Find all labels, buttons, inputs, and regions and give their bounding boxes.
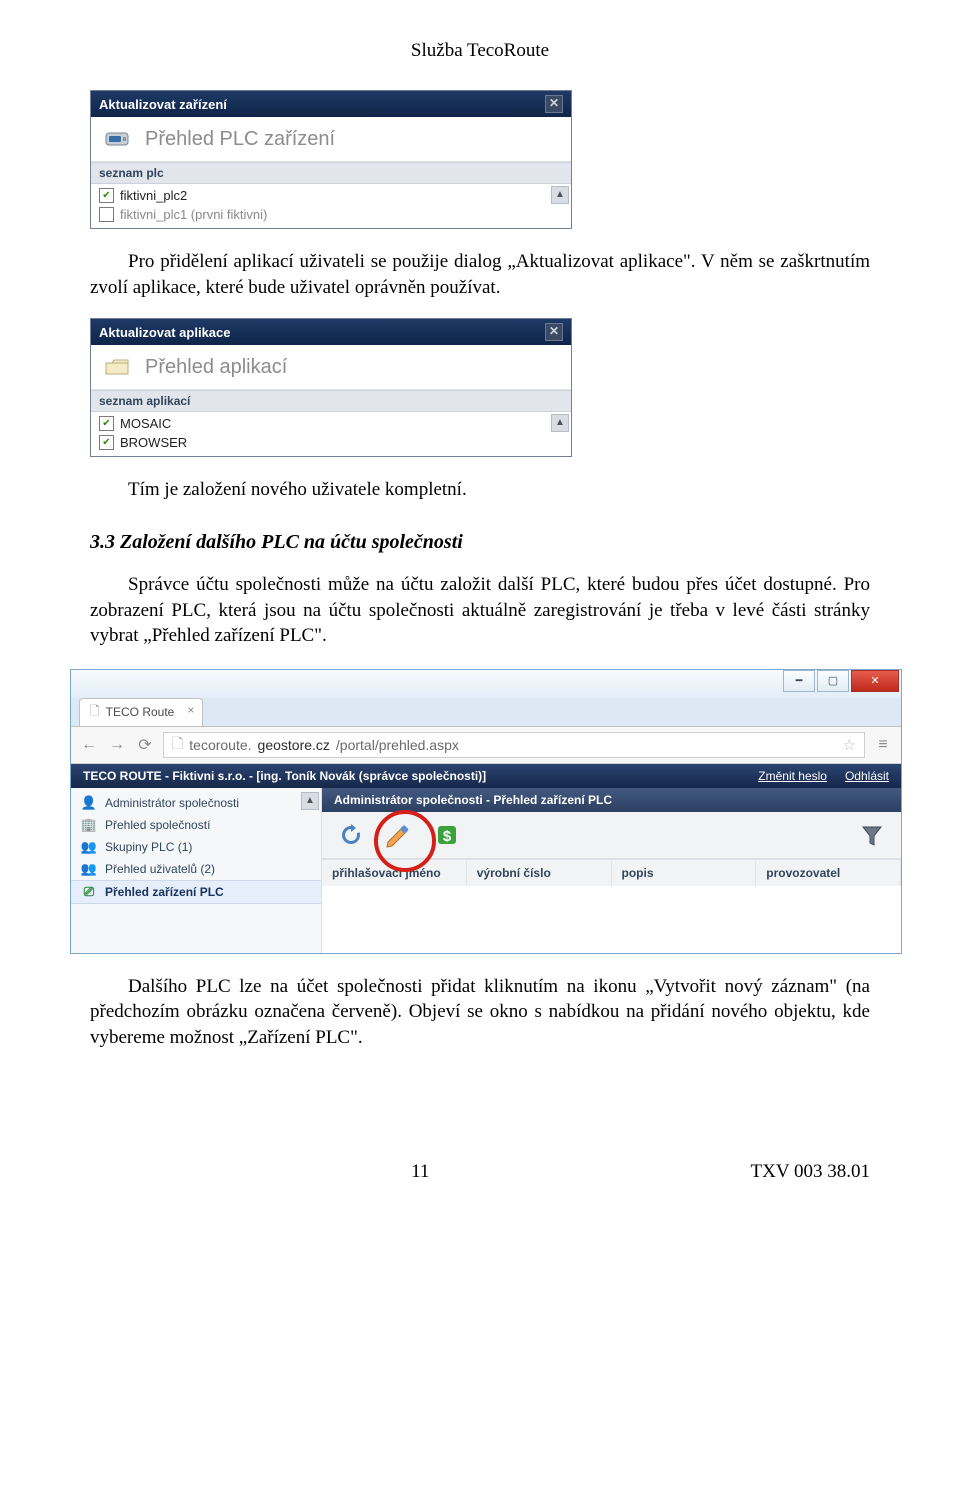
- sidebar-item-label: Přehled společností: [105, 818, 210, 832]
- billing-button[interactable]: $: [430, 818, 464, 852]
- url-host: geostore.cz: [258, 737, 330, 753]
- paragraph: Pro přidělení aplikací uživateli se použ…: [90, 249, 870, 300]
- folder-icon: [101, 353, 135, 381]
- main-panel: Administrátor společnosti - Přehled zaří…: [322, 788, 901, 953]
- dialog-subtitle: Přehled PLC zařízení: [145, 128, 335, 151]
- sidebar-item-label: Administrátor společnosti: [105, 796, 239, 810]
- reload-button[interactable]: ⟳: [135, 735, 155, 755]
- column-login[interactable]: přihlašovací jméno: [322, 860, 467, 886]
- dialog-subtitle: Přehled aplikací: [145, 356, 287, 379]
- dialog-subheader: Přehled PLC zařízení: [91, 117, 571, 162]
- menu-button[interactable]: ≡: [873, 735, 893, 755]
- scroll-up-icon[interactable]: ▲: [551, 186, 569, 204]
- scroll-up-icon[interactable]: ▲: [551, 414, 569, 432]
- app-header: TECO ROUTE - Fiktivni s.r.o. - [ing. Ton…: [71, 764, 901, 788]
- paragraph: Tím je založení nového uživatele komplet…: [90, 477, 870, 503]
- dialog-update-devices: Aktualizovat zařízení ✕ Přehled PLC zaří…: [90, 90, 572, 229]
- checkbox-icon[interactable]: ✔: [99, 416, 114, 431]
- admin-icon: 👤: [81, 795, 97, 811]
- company-icon: 🏢: [81, 817, 97, 833]
- url-prefix: tecoroute.: [189, 737, 251, 753]
- sidebar-item-admin[interactable]: 👤 Administrátor společnosti: [71, 792, 321, 814]
- checkbox-icon[interactable]: [99, 207, 114, 222]
- dialog-titlebar: Aktualizovat zařízení ✕: [91, 91, 571, 117]
- list-item[interactable]: fiktivni_plc1 (prvni fiktivni): [91, 205, 571, 224]
- dialog-titlebar: Aktualizovat aplikace ✕: [91, 319, 571, 345]
- svg-text:$: $: [443, 828, 452, 845]
- list-item[interactable]: ✔ fiktivni_plc2: [91, 186, 571, 205]
- browser-tab[interactable]: 🗋 TECO Route ×: [79, 698, 203, 726]
- section-label: seznam plc: [91, 162, 571, 184]
- list-item[interactable]: ✔ MOSAIC: [91, 414, 571, 433]
- dialog-update-apps: Aktualizovat aplikace ✕ Přehled aplikací…: [90, 318, 572, 457]
- maximize-button[interactable]: ▢: [817, 670, 849, 692]
- column-operator[interactable]: provozovatel: [756, 860, 901, 886]
- section-heading: 3.3 Založení dalšího PLC na účtu společn…: [90, 531, 870, 554]
- list-item-label: BROWSER: [120, 435, 187, 450]
- list-item-label: MOSAIC: [120, 416, 171, 431]
- create-new-button[interactable]: [382, 818, 416, 852]
- sidebar-item-companies[interactable]: 🏢 Přehled společností: [71, 814, 321, 836]
- page-header: Služba TecoRoute: [90, 40, 870, 62]
- list-item[interactable]: ✔ BROWSER: [91, 433, 571, 452]
- grid-header: přihlašovací jméno výrobní číslo popis p…: [322, 859, 901, 886]
- checkbox-icon[interactable]: ✔: [99, 435, 114, 450]
- minimize-button[interactable]: ━: [783, 670, 815, 692]
- close-icon[interactable]: ✕: [545, 95, 563, 113]
- toolbar: $: [322, 812, 901, 859]
- sidebar-item-plc-devices[interactable]: ⎚ Přehled zařízení PLC: [71, 880, 321, 904]
- sidebar-item-label: Přehled uživatelů (2): [105, 862, 215, 876]
- close-tab-icon[interactable]: ×: [187, 703, 194, 717]
- tab-strip: 🗋 TECO Route ×: [71, 698, 901, 727]
- plc-icon: ⎚: [81, 884, 97, 900]
- sidebar-item-users[interactable]: 👥 Přehled uživatelů (2): [71, 858, 321, 880]
- page-icon: 🗋: [90, 702, 100, 723]
- change-password-link[interactable]: Změnit heslo: [758, 769, 827, 783]
- url-path: /portal/prehled.aspx: [336, 737, 459, 753]
- tab-title: TECO Route: [106, 705, 175, 719]
- paragraph: Dalšího PLC lze na účet společnosti přid…: [90, 974, 870, 1051]
- list-item-label: fiktivni_plc2: [120, 188, 187, 203]
- scroll-up-icon[interactable]: ▲: [301, 792, 319, 810]
- sidebar-item-label: Přehled zařízení PLC: [105, 885, 224, 899]
- checkbox-icon[interactable]: ✔: [99, 188, 114, 203]
- back-button[interactable]: ←: [79, 735, 99, 755]
- site-icon: 🗋: [172, 733, 183, 757]
- dialog-title: Aktualizovat aplikace: [99, 325, 231, 340]
- close-icon[interactable]: ✕: [545, 323, 563, 341]
- list-item-label: fiktivni_plc1 (prvni fiktivni): [120, 207, 267, 222]
- main-title: Administrátor společnosti - Přehled zaří…: [322, 788, 901, 812]
- users-icon: 👥: [81, 861, 97, 877]
- page-number: 11: [411, 1161, 429, 1183]
- app-title: TECO ROUTE - Fiktivni s.r.o. - [ing. Ton…: [83, 769, 486, 783]
- address-bar: ← → ⟳ 🗋 tecoroute. geostore.cz/portal/pre…: [71, 727, 901, 764]
- dialog-subheader: Přehled aplikací: [91, 345, 571, 390]
- paragraph: Správce účtu společnosti může na účtu za…: [90, 572, 870, 649]
- logout-link[interactable]: Odhlásit: [845, 769, 889, 783]
- window-caption-bar: ━ ▢ ✕: [71, 670, 901, 698]
- plc-list: ▲ ✔ fiktivni_plc2 fiktivni_plc1 (prvni f…: [91, 184, 571, 228]
- close-window-button[interactable]: ✕: [851, 670, 899, 692]
- sidebar-item-plc-groups[interactable]: 👥 Skupiny PLC (1): [71, 836, 321, 858]
- page-footer: 11 TXV 003 38.01: [90, 1161, 870, 1183]
- doc-id: TXV 003 38.01: [751, 1161, 870, 1183]
- apps-list: ▲ ✔ MOSAIC ✔ BROWSER: [91, 412, 571, 456]
- bookmark-star-icon[interactable]: ☆: [843, 736, 856, 754]
- section-label: seznam aplikací: [91, 390, 571, 412]
- dialog-title: Aktualizovat zařízení: [99, 97, 227, 112]
- forward-button[interactable]: →: [107, 735, 127, 755]
- filter-button[interactable]: [855, 818, 889, 852]
- url-input[interactable]: 🗋 tecoroute. geostore.cz/portal/prehled.a…: [163, 732, 865, 758]
- group-icon: 👥: [81, 839, 97, 855]
- sidebar: ▲ 👤 Administrátor společnosti 🏢 Přehled …: [71, 788, 322, 953]
- column-serial[interactable]: výrobní číslo: [467, 860, 612, 886]
- browser-window: ━ ▢ ✕ 🗋 TECO Route × ← → ⟳ 🗋 tecoroute. g…: [70, 669, 902, 954]
- column-desc[interactable]: popis: [612, 860, 757, 886]
- sidebar-item-label: Skupiny PLC (1): [105, 840, 192, 854]
- plc-device-icon: [101, 125, 135, 153]
- refresh-button[interactable]: [334, 818, 368, 852]
